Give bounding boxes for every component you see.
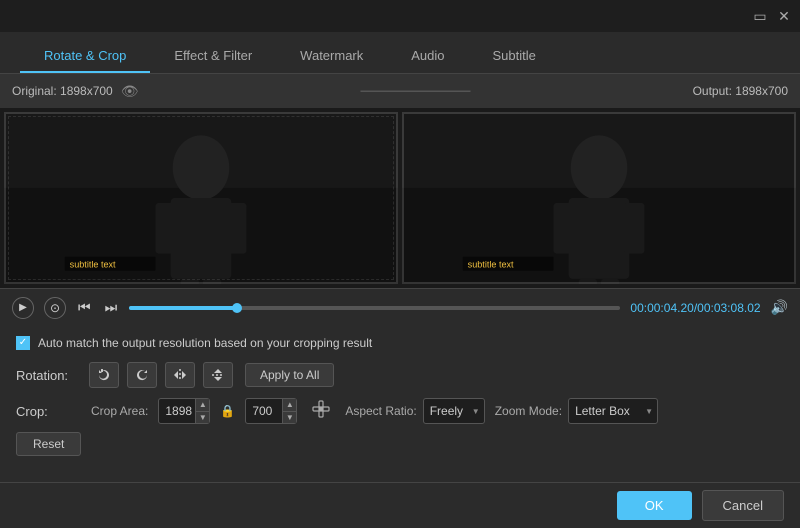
next-button[interactable]: ⏭ xyxy=(103,297,120,318)
info-bar: Original: 1898x700 👁 —————————— Output: … xyxy=(0,74,800,108)
center-crop-icon[interactable] xyxy=(311,399,331,424)
zoom-mode-label: Zoom Mode: xyxy=(495,404,562,418)
flip-vertical-button[interactable] xyxy=(203,362,233,388)
aspect-ratio-group: Aspect Ratio: Freely 16:9 4:3 1:1 9:16 xyxy=(345,398,484,424)
zoom-mode-group: Zoom Mode: Letter Box Pan & Scan Full xyxy=(495,398,658,424)
ok-button[interactable]: OK xyxy=(617,491,692,520)
progress-track[interactable] xyxy=(129,306,620,310)
reset-button[interactable]: Reset xyxy=(16,432,81,456)
crop-width-down[interactable]: ▼ xyxy=(195,412,209,424)
aspect-ratio-label: Aspect Ratio: xyxy=(345,404,416,418)
close-button[interactable]: ✕ xyxy=(776,8,792,24)
film-scene-left: subtitle text xyxy=(4,112,398,284)
original-resolution: Original: 1898x700 xyxy=(12,84,113,98)
rotation-label: Rotation: xyxy=(16,368,81,383)
crop-width-up[interactable]: ▲ xyxy=(195,399,209,412)
output-resolution: Output: 1898x700 xyxy=(693,84,788,98)
tab-rotate-crop[interactable]: Rotate & Crop xyxy=(20,40,150,73)
progress-thumb xyxy=(232,303,242,313)
auto-match-label: Auto match the output resolution based o… xyxy=(38,336,372,350)
time-display: 00:00:04.20/00:03:08.02 xyxy=(630,301,760,315)
bottom-bar: OK Cancel xyxy=(0,482,800,528)
crop-height-up[interactable]: ▲ xyxy=(282,399,296,412)
cancel-button[interactable]: Cancel xyxy=(702,490,784,521)
svg-text:subtitle text: subtitle text xyxy=(70,260,116,270)
total-time: 00:03:08.02 xyxy=(697,301,760,315)
eye-icon[interactable]: 👁 xyxy=(121,83,139,100)
playback-bar: ▶ ⊙ ⏮ ⏭ 00:00:04.20/00:03:08.02 🔊 xyxy=(0,288,800,326)
tab-audio[interactable]: Audio xyxy=(387,40,468,73)
auto-match-row: Auto match the output resolution based o… xyxy=(16,336,784,350)
crop-height-spinner: ▲ ▼ xyxy=(282,399,296,423)
tab-effect-filter[interactable]: Effect & Filter xyxy=(150,40,276,73)
crop-width-input-wrap: ▲ ▼ xyxy=(158,398,210,424)
crop-width-spinner: ▲ ▼ xyxy=(195,399,209,423)
rotate-right-button[interactable] xyxy=(127,362,157,388)
volume-button[interactable]: 🔊 xyxy=(771,299,788,316)
preview-left: subtitle text xyxy=(4,112,398,284)
tab-watermark[interactable]: Watermark xyxy=(276,40,387,73)
restore-button[interactable]: ▭ xyxy=(752,8,768,24)
current-time: 00:00:04.20 xyxy=(630,301,693,315)
crop-area-label: Crop Area: xyxy=(91,404,148,418)
preview-area: subtitle text subtitle text xyxy=(0,108,800,288)
rotate-left-button[interactable] xyxy=(89,362,119,388)
auto-match-checkbox[interactable] xyxy=(16,336,30,350)
lock-icon[interactable]: 🔒 xyxy=(220,404,235,418)
tab-bar: Rotate & Crop Effect & Filter Watermark … xyxy=(0,32,800,74)
controls-area: Auto match the output resolution based o… xyxy=(0,326,800,466)
prev-button[interactable]: ⏮ xyxy=(76,297,93,318)
zoom-mode-select[interactable]: Letter Box Pan & Scan Full xyxy=(568,398,658,424)
tab-subtitle[interactable]: Subtitle xyxy=(469,40,560,73)
progress-fill xyxy=(129,306,237,310)
crop-height-down[interactable]: ▼ xyxy=(282,412,296,424)
rotation-row: Rotation: Apply to xyxy=(16,362,784,388)
play-button[interactable]: ▶ xyxy=(12,297,34,319)
aspect-ratio-select-wrap: Freely 16:9 4:3 1:1 9:16 xyxy=(423,398,485,424)
crop-label: Crop: xyxy=(16,404,81,419)
apply-all-button[interactable]: Apply to All xyxy=(245,363,334,387)
preview-right: subtitle text xyxy=(402,112,796,284)
filename-display: —————————— xyxy=(361,85,471,97)
aspect-ratio-select[interactable]: Freely 16:9 4:3 1:1 9:16 xyxy=(423,398,485,424)
snapshot-button[interactable]: ⊙ xyxy=(44,297,66,319)
reset-row: Reset xyxy=(16,432,784,456)
original-info: Original: 1898x700 👁 xyxy=(12,83,139,100)
svg-text:subtitle text: subtitle text xyxy=(468,260,514,270)
zoom-mode-select-wrap: Letter Box Pan & Scan Full xyxy=(568,398,658,424)
crop-row: Crop: Crop Area: ▲ ▼ 🔒 ▲ ▼ Aspect R xyxy=(16,398,784,424)
title-bar: ▭ ✕ xyxy=(0,0,800,32)
film-scene-right: subtitle text xyxy=(402,112,796,284)
crop-height-input-wrap: ▲ ▼ xyxy=(245,398,297,424)
flip-horizontal-button[interactable] xyxy=(165,362,195,388)
